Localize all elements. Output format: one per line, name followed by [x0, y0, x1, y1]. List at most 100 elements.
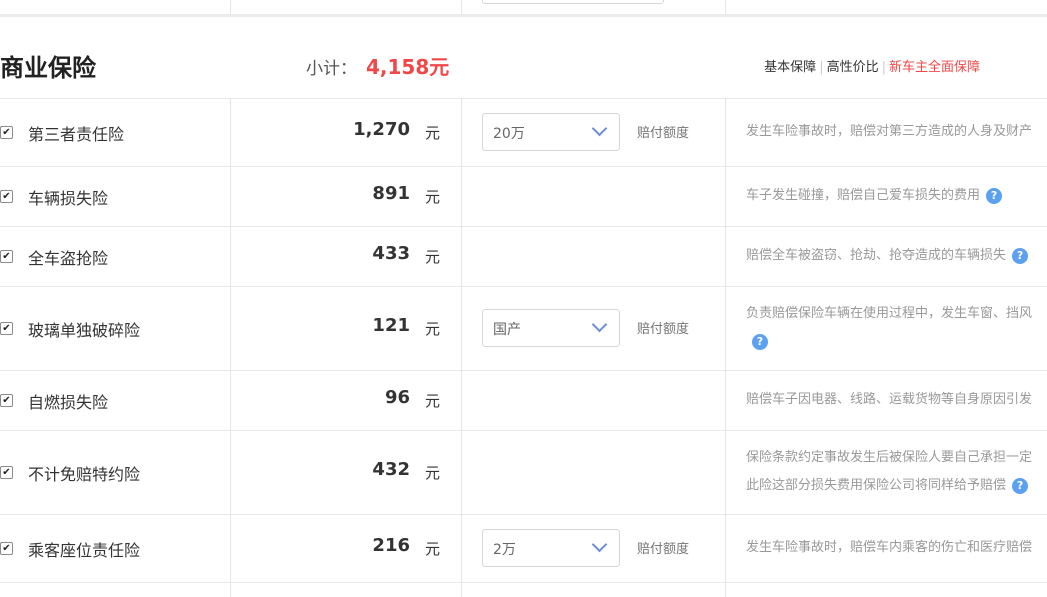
coverage-amount-value: 2万	[493, 542, 516, 558]
row-divider	[0, 370, 1047, 371]
row-divider	[0, 286, 1047, 287]
section-title: 商业保险	[0, 54, 96, 82]
insurance-description: 发生车险事故时，赔偿对第三方造成的人身及财产	[746, 118, 1047, 146]
description-line: 发生车险事故时，赔偿车内乘客的伤亡和医疗赔偿	[746, 540, 1033, 555]
checkbox-checked-icon[interactable]: ✔	[0, 190, 13, 203]
column-divider	[230, 98, 231, 166]
currency-unit: 元	[425, 188, 441, 206]
description-line: 赔偿车子因电器、线路、运载货物等自身原因引发	[746, 392, 1033, 407]
currency-unit: 元	[425, 540, 441, 558]
row-divider	[0, 226, 1047, 227]
column-divider	[725, 370, 726, 430]
premium-amount: 1,270	[353, 119, 410, 140]
column-divider	[461, 582, 462, 597]
currency-unit: 元	[425, 248, 441, 266]
column-divider	[230, 226, 231, 286]
previous-section-select[interactable]	[482, 0, 664, 4]
coverage-amount-value: 国产	[493, 322, 521, 338]
insurance-name: 第三者责任险	[28, 125, 125, 144]
column-divider	[461, 370, 462, 430]
premium-amount: 121	[372, 315, 410, 336]
description-line: 车子发生碰撞，赔偿自己爱车损失的费用	[746, 188, 981, 203]
column-divider	[725, 166, 726, 226]
checkbox-checked-icon[interactable]: ✔	[0, 322, 13, 335]
chevron-down-icon	[591, 120, 608, 137]
description-line: 发生车险事故时，赔偿对第三方造成的人身及财产	[746, 124, 1033, 139]
column-divider	[725, 226, 726, 286]
currency-unit: 元	[425, 464, 441, 482]
coverage-amount-select[interactable]: 20万	[482, 113, 620, 151]
column-divider	[230, 430, 231, 514]
premium-amount: 216	[372, 535, 410, 556]
checkbox-checked-icon[interactable]: ✔	[0, 126, 13, 139]
checkbox-checked-icon[interactable]: ✔	[0, 394, 13, 407]
row-divider	[0, 582, 1047, 583]
currency-unit: 元	[425, 392, 441, 410]
plan-full-coverage[interactable]: 新车主全面保障	[889, 60, 980, 75]
insurance-description: 车子发生碰撞，赔偿自己爱车损失的费用?	[746, 182, 1047, 210]
column-divider	[230, 166, 231, 226]
description-line: 此险这部分损失费用保险公司将同样给予赔偿	[746, 478, 1007, 493]
column-divider	[230, 514, 231, 582]
column-divider	[461, 226, 462, 286]
subtotal-label: 小计：	[306, 59, 357, 79]
plan-selector: 基本保障 | 高性价比 | 新车主全面保障	[764, 60, 980, 75]
premium-amount: 432	[372, 459, 410, 480]
plan-basic[interactable]: 基本保障	[764, 60, 816, 75]
insurance-description: 发生车险事故时，赔偿车内乘客的伤亡和医疗赔偿	[746, 534, 1047, 562]
premium-amount: 891	[372, 183, 410, 204]
insurance-name: 全车盗抢险	[28, 249, 109, 268]
column-divider	[725, 430, 726, 514]
insurance-description: 负责赔偿保险车辆在使用过程中，发生车窗、挡风?	[746, 300, 1047, 356]
column-divider	[725, 98, 726, 166]
question-circle-icon[interactable]: ?	[1012, 477, 1029, 494]
chevron-down-icon	[591, 536, 608, 553]
insurance-description: 赔偿车子因电器、线路、运载货物等自身原因引发	[746, 386, 1047, 414]
coverage-amount-select[interactable]: 2万	[482, 529, 620, 567]
column-divider	[230, 582, 231, 597]
row-divider	[0, 514, 1047, 515]
column-divider	[461, 514, 462, 582]
column-divider	[725, 286, 726, 370]
column-divider	[461, 98, 462, 166]
section-separator	[0, 14, 1047, 17]
column-divider	[461, 166, 462, 226]
coverage-label: 赔付额度	[637, 542, 690, 557]
coverage-amount-select[interactable]: 国产	[482, 309, 620, 347]
insurance-description: 赔偿全车被盗窃、抢劫、抢夺造成的车辆损失?	[746, 242, 1047, 270]
insurance-name: 玻璃单独破碎险	[28, 321, 141, 340]
chevron-down-icon	[591, 316, 608, 333]
coverage-amount-value: 20万	[493, 126, 525, 142]
row-divider	[0, 166, 1047, 167]
column-divider	[230, 370, 231, 430]
row-divider	[0, 98, 1047, 99]
description-line: 赔偿全车被盗窃、抢劫、抢夺造成的车辆损失	[746, 248, 1007, 263]
insurance-name: 车辆损失险	[28, 189, 109, 208]
checkbox-checked-icon[interactable]: ✔	[0, 542, 13, 555]
insurance-name: 自燃损失险	[28, 393, 109, 412]
description-line: 负责赔偿保险车辆在使用过程中，发生车窗、挡风	[746, 306, 1033, 321]
checkbox-checked-icon[interactable]: ✔	[0, 250, 13, 263]
premium-amount: 433	[372, 243, 410, 264]
question-circle-icon[interactable]: ?	[986, 187, 1003, 204]
row-divider	[0, 430, 1047, 431]
question-circle-icon[interactable]: ?	[1012, 247, 1029, 264]
checkbox-checked-icon[interactable]: ✔	[0, 466, 13, 479]
insurance-name: 不计免赔特约险	[28, 465, 141, 484]
column-divider	[725, 582, 726, 597]
subtotal-value: 4,158元	[366, 55, 450, 79]
column-divider	[230, 286, 231, 370]
question-circle-icon[interactable]: ?	[752, 333, 768, 350]
coverage-label: 赔付额度	[637, 322, 690, 337]
description-line: 保险条款约定事故发生后被保险人要自己承担一定	[746, 450, 1033, 465]
currency-unit: 元	[425, 320, 441, 338]
insurance-description: 保险条款约定事故发生后被保险人要自己承担一定 此险这部分损失费用保险公司将同样给予…	[746, 444, 1047, 500]
coverage-label: 赔付额度	[637, 126, 690, 141]
insurance-name: 乘客座位责任险	[28, 541, 141, 560]
currency-unit: 元	[425, 124, 441, 142]
column-divider	[725, 514, 726, 582]
premium-amount: 96	[384, 387, 410, 408]
column-divider	[461, 286, 462, 370]
column-divider	[461, 430, 462, 514]
plan-value[interactable]: 高性价比	[827, 60, 879, 75]
